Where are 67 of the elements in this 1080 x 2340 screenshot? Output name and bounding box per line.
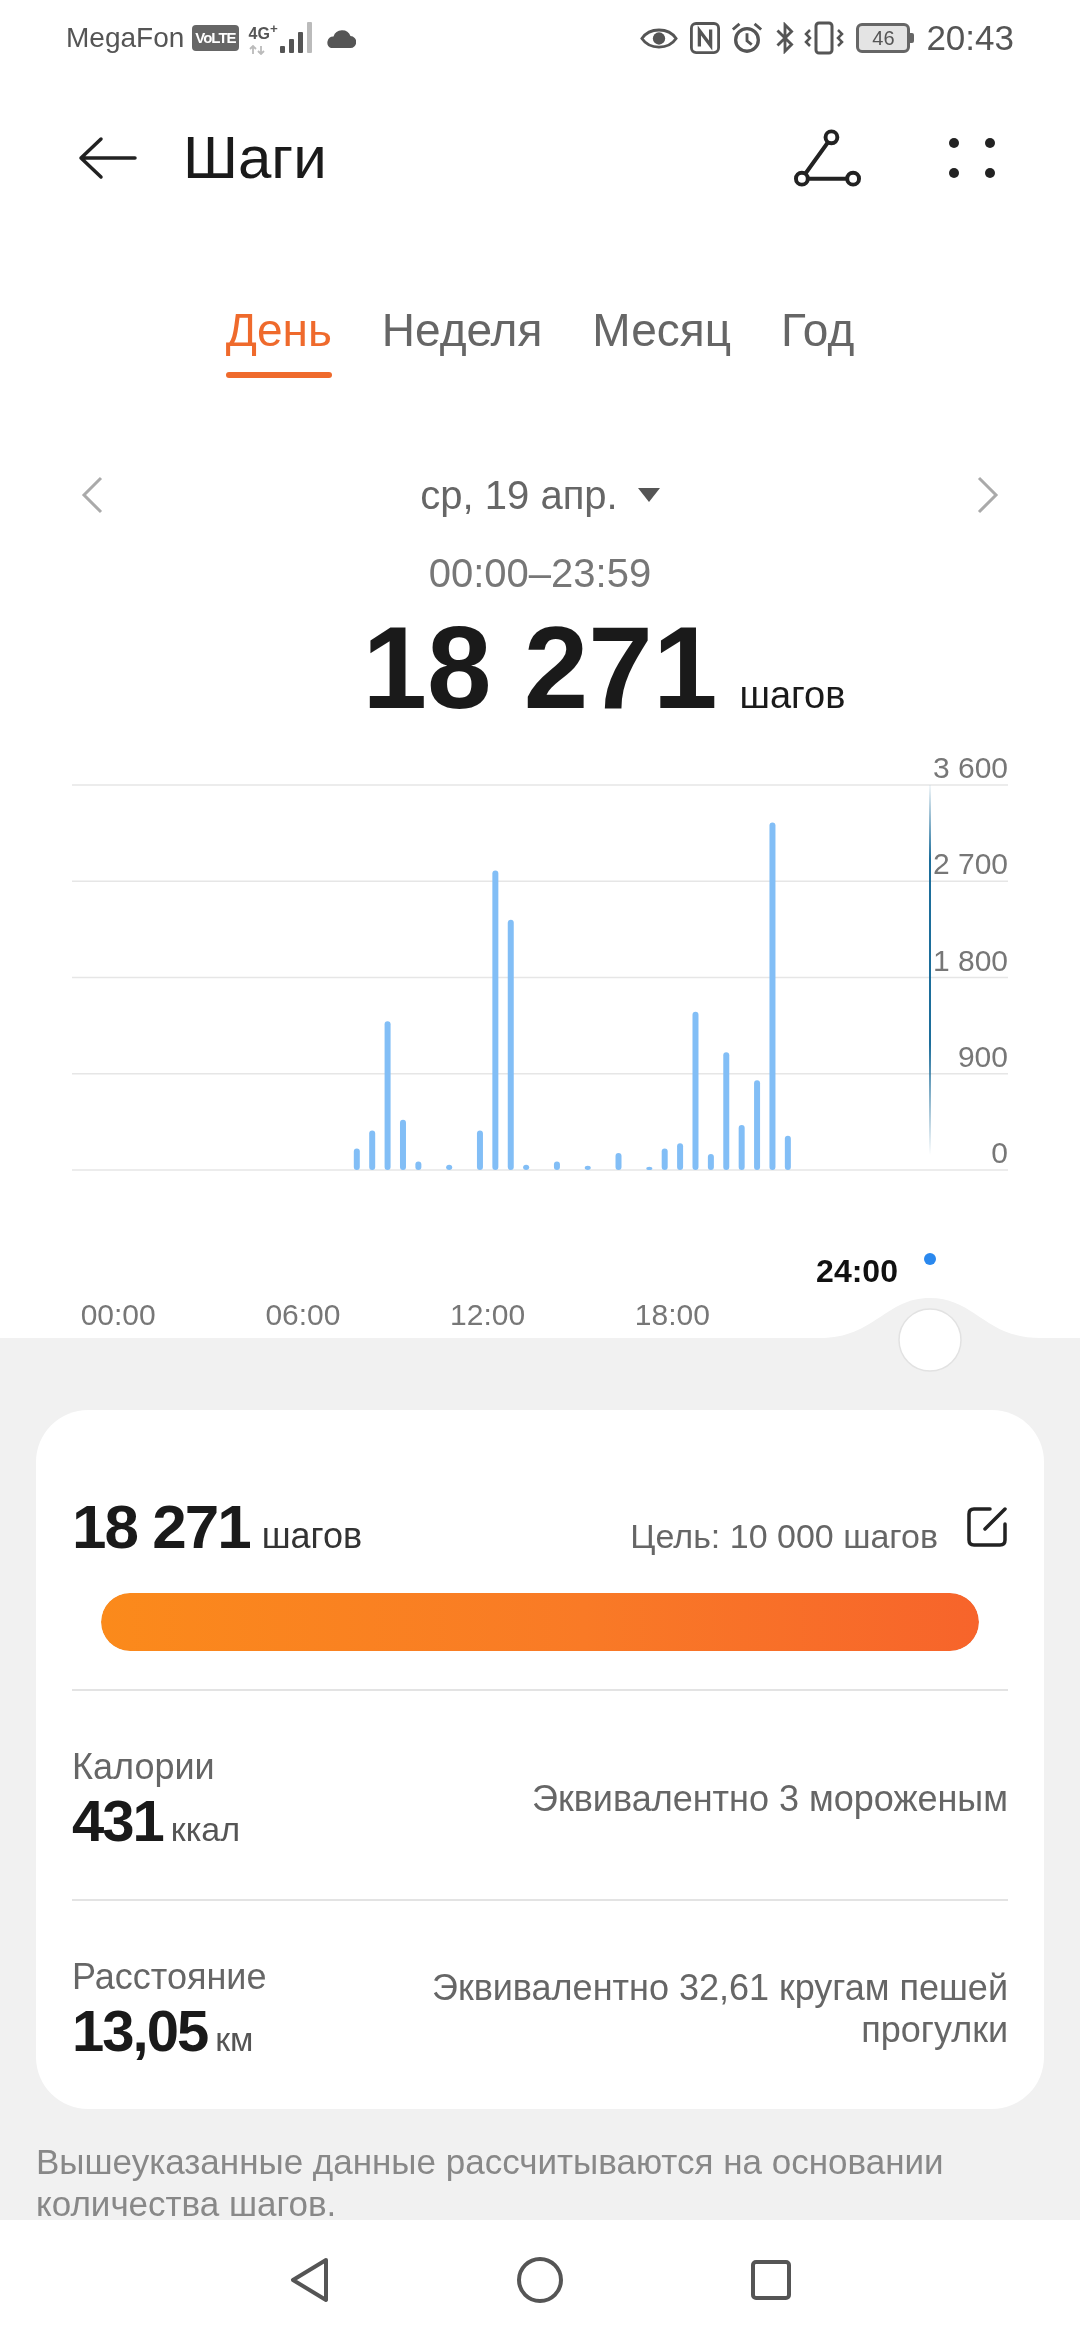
x-axis-label: 12:00: [450, 1298, 526, 1331]
x-axis-label: 06:00: [265, 1298, 341, 1331]
nfc-icon: [690, 22, 721, 54]
step-bar: [615, 1152, 622, 1170]
nav-back-icon[interactable]: [288, 2256, 330, 2304]
time-cursor[interactable]: [924, 785, 936, 1265]
back-arrow-icon[interactable]: [77, 136, 137, 180]
metric-value: 13,05: [72, 1999, 208, 2063]
y-axis-label: 1 800: [932, 943, 1008, 977]
dropdown-caret-icon[interactable]: [637, 488, 660, 502]
date-label[interactable]: ср, 19 апр.: [420, 471, 618, 519]
menu-icon[interactable]: [949, 138, 995, 178]
step-bar: [646, 1166, 653, 1170]
period-tab[interactable]: День: [225, 302, 332, 378]
steps-count: 18 271: [72, 1496, 250, 1558]
equivalent-text: Эквивалентно 32,61 кругам пешей прогулки: [431, 1967, 1008, 2051]
goal-text: Цель: 10 000 шагов: [630, 1517, 938, 1556]
data-arrows-icon: [248, 45, 265, 56]
step-bar: [677, 1143, 684, 1170]
step-bar: [353, 1148, 360, 1170]
bluetooth-icon: [774, 22, 797, 54]
metric-unit: км: [215, 2020, 254, 2059]
metric-value: 431: [72, 1789, 163, 1853]
signal-icon: [279, 22, 312, 54]
total-steps: 18 271: [362, 610, 718, 726]
step-bar: [584, 1165, 591, 1170]
time-range: 00:00–23:59: [428, 550, 652, 597]
step-bar: [446, 1164, 453, 1170]
vibrate-icon: [804, 21, 845, 55]
x-axis-label: 18:00: [634, 1298, 710, 1331]
step-bar: [738, 1125, 745, 1170]
step-bar: [784, 1135, 791, 1170]
volte-badge: VoLTE: [192, 25, 239, 51]
connected-nodes-icon[interactable]: [794, 129, 861, 187]
period-tab[interactable]: Неделя: [381, 302, 543, 378]
step-bar: [400, 1119, 406, 1170]
metric-label: Расстояние: [72, 1955, 267, 1999]
network-type: 4G$^{+}$: [248, 20, 278, 43]
page-title: Шаги: [183, 123, 327, 193]
edit-icon[interactable]: [966, 1506, 1008, 1548]
y-axis-label: 0: [991, 1136, 1008, 1169]
battery-indicator: 46: [856, 23, 915, 53]
alarm-clock-icon: [730, 21, 765, 55]
period-tab[interactable]: Год: [781, 302, 855, 378]
home-icon[interactable]: [516, 2256, 564, 2304]
cursor-time-label: 24:00: [816, 1253, 898, 1289]
metric-unit: ккал: [170, 1810, 241, 1849]
y-axis-label: 900: [957, 1039, 1008, 1073]
step-bar: [369, 1130, 376, 1170]
step-bar: [415, 1161, 422, 1170]
y-axis-label: 2 700: [932, 847, 1008, 881]
step-bar: [523, 1164, 530, 1170]
footnote-text: Вышеуказанные данные рассчитываются на основании количества шагов.: [36, 2141, 945, 2225]
step-bar: [476, 1130, 483, 1170]
steps-unit: шагов: [739, 674, 846, 717]
step-bar: [661, 1148, 668, 1170]
y-axis-label: 3 600: [932, 751, 1008, 784]
metric-label: Калории: [72, 1745, 215, 1789]
step-bar: [553, 1161, 560, 1170]
carrier-name: MegaFon: [66, 22, 185, 54]
period-tab[interactable]: Месяц: [592, 302, 731, 378]
x-axis-label: 00:00: [80, 1298, 156, 1331]
status-time: 20:43: [926, 18, 1014, 58]
recents-icon[interactable]: [750, 2259, 792, 2301]
steps-unit: шагов: [261, 1515, 363, 1557]
equivalent-text: Эквивалентно 3 мороженым: [532, 1778, 1008, 1820]
step-bar: [707, 1153, 714, 1170]
